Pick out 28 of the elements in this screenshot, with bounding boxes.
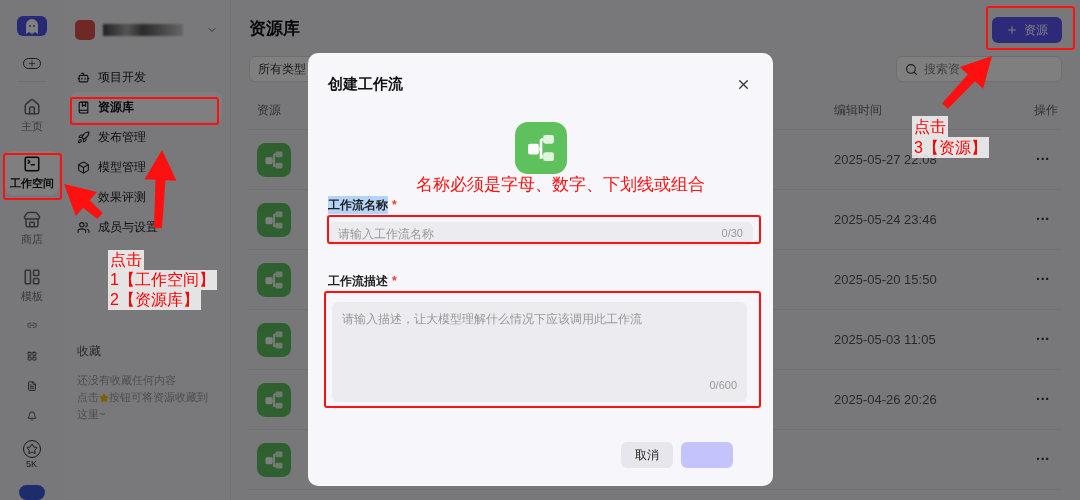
- favorites-title: 收藏: [76, 343, 103, 360]
- character-counter: 0/600: [709, 378, 737, 393]
- placeholder-text: 请输入工作流名称: [338, 225, 434, 243]
- edit-time: 2025-05-03 11:05: [834, 330, 937, 349]
- column-header: 编辑时间: [834, 101, 883, 119]
- placeholder-text: 请输入描述，让大模型理解什么情况下应该调用此工作流: [342, 310, 643, 328]
- page-title: 资源库: [249, 18, 300, 41]
- column-header: 操作: [1034, 101, 1059, 119]
- edit-time: 2025-04-26 20:26: [834, 390, 938, 409]
- field-label: 工作流描述: [328, 272, 388, 290]
- annotation-text: 3【资源】: [912, 137, 989, 158]
- rail-label: 商店: [20, 232, 43, 248]
- field-label: 工作流名称: [328, 195, 388, 214]
- annotation-text: 名称必须是字母、数字、下划线或组合: [416, 174, 705, 196]
- edit-time: 2025-05-24 23:46: [834, 210, 938, 229]
- required-mark: *: [392, 272, 397, 290]
- rail-label: 工作空间: [9, 175, 54, 191]
- annotation-text: 2【资源库】: [108, 290, 201, 310]
- edit-time: 2025-05-20 15:50: [834, 270, 938, 289]
- rail-label: 模板: [20, 288, 43, 304]
- annotation-text: 1【工作空间】: [108, 270, 217, 290]
- annotation-text: 点击: [912, 116, 948, 137]
- required-mark: *: [392, 196, 397, 214]
- rail-label: 主页: [20, 119, 43, 135]
- character-counter: 0/30: [721, 226, 743, 242]
- annotation-text: 点击: [108, 250, 144, 270]
- column-header: 资源: [256, 101, 282, 119]
- star-count: 5K: [26, 457, 38, 471]
